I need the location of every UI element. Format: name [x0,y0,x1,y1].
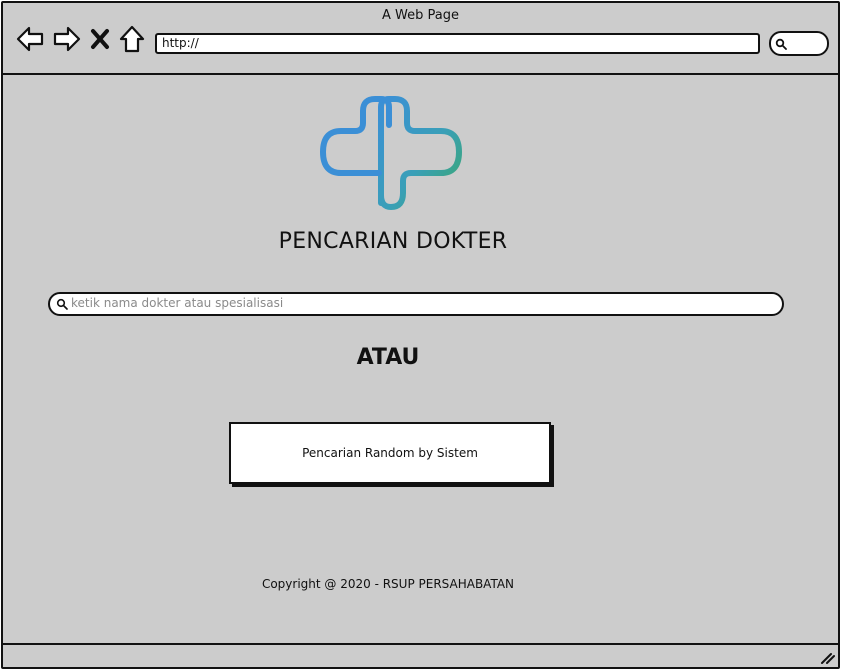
home-icon[interactable] [118,25,146,53]
medical-cross-logo [319,95,463,213]
status-bar [3,643,838,667]
search-icon [775,38,787,50]
browser-toolbar: A Web Page http:// [3,3,838,75]
close-icon[interactable] [89,25,111,53]
or-divider-label: ATAU [356,345,420,370]
window-title: A Web Page [382,8,459,23]
copyright-footer: Copyright @ 2020 - RSUP PERSAHABATAN [261,577,515,591]
resize-grip-icon[interactable] [819,649,835,665]
page-title: PENCARIAN DOKTER [278,229,508,254]
address-bar[interactable]: http:// [155,33,760,54]
search-placeholder: ketik nama dokter atau spesialisasi [71,296,284,310]
random-search-button[interactable]: Pencarian Random by Sistem [229,422,551,484]
search-icon [56,298,68,310]
browser-window: A Web Page http:// PENCARIAN DOKTER keti… [1,1,840,669]
browser-search-field[interactable] [769,31,829,56]
doctor-search-input[interactable]: ketik nama dokter atau spesialisasi [48,292,784,316]
back-icon[interactable] [16,25,44,53]
forward-icon[interactable] [53,25,81,53]
